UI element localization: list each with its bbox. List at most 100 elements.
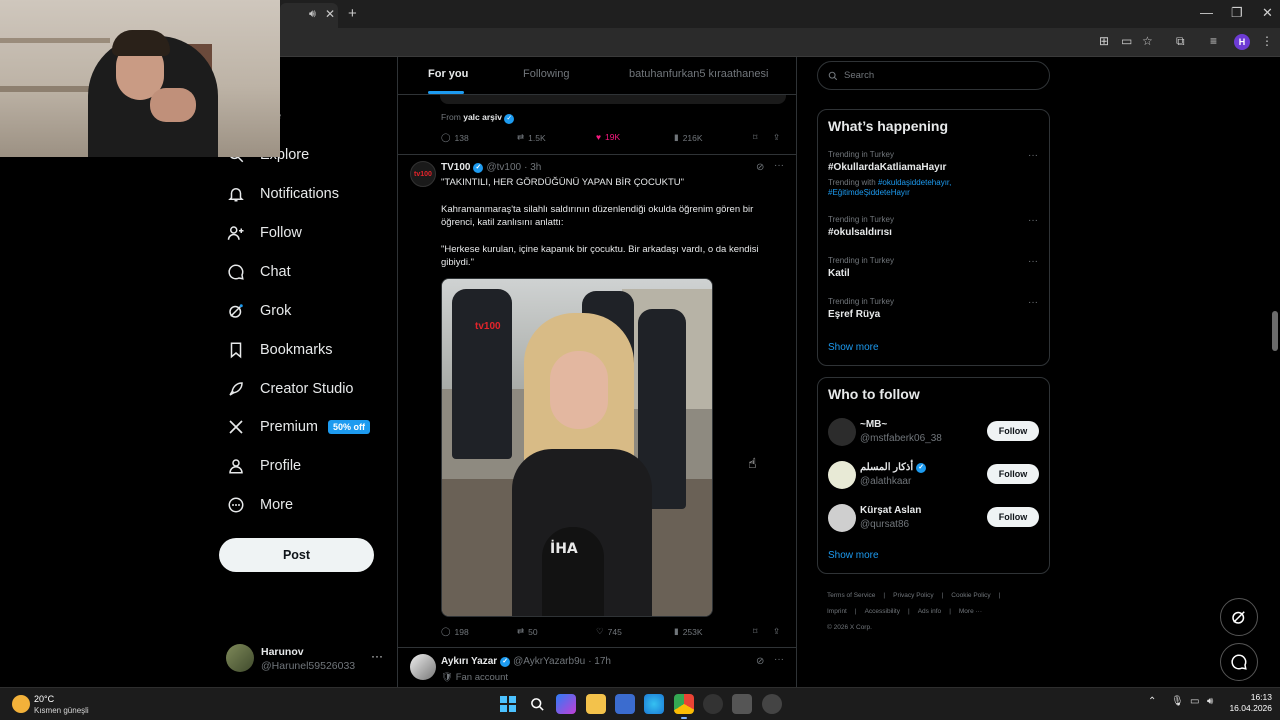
more-icon[interactable]: ··· xyxy=(774,160,784,171)
system-clock[interactable]: 16:13 16.04.2026 xyxy=(1222,692,1272,714)
nav-grok[interactable]: Grok xyxy=(226,296,291,326)
verified-icon: ✓ xyxy=(473,162,484,173)
more-icon[interactable]: ··· xyxy=(1028,215,1038,226)
nav-chat[interactable]: Chat xyxy=(226,257,291,287)
more-icon[interactable]: ··· xyxy=(371,649,383,663)
close-tab-icon[interactable]: ✕ xyxy=(325,7,335,21)
bookmark-icon: ⌑ xyxy=(753,132,758,142)
post-button[interactable]: Post xyxy=(219,538,374,572)
heart-icon: ♥ xyxy=(596,132,602,142)
tweet-author[interactable]: TV100 ✓ @tv100 · 3h xyxy=(441,162,541,173)
profile-avatar[interactable]: H xyxy=(1234,34,1250,50)
bell-icon xyxy=(226,184,246,204)
like-button[interactable]: ♥ 19K xyxy=(596,132,620,142)
share-button[interactable]: ⇪ xyxy=(773,626,780,637)
follow-button[interactable]: Follow xyxy=(987,464,1039,484)
speaker-icon[interactable]: 🔊︎ xyxy=(309,8,316,21)
trend-item[interactable]: #OkullardaKatliamaHayır xyxy=(828,162,946,173)
nav-creator-studio[interactable]: Creator Studio xyxy=(226,374,354,404)
nav-more[interactable]: More xyxy=(226,490,293,520)
new-tab-button[interactable]: + xyxy=(348,5,357,22)
avatar[interactable]: tv100 xyxy=(410,161,436,187)
avatar[interactable] xyxy=(828,418,856,446)
more-icon[interactable]: ··· xyxy=(1028,297,1038,308)
nav-notifications[interactable]: Notifications xyxy=(226,179,339,209)
volume-icon[interactable]: 🔊︎ xyxy=(1207,696,1213,707)
tab-for-you[interactable]: For you xyxy=(428,68,468,80)
bookmark-button[interactable]: ⌑ xyxy=(753,626,757,637)
nav-profile[interactable]: Profile xyxy=(226,451,301,481)
microphone-icon[interactable]: 🎙︎ xyxy=(1171,696,1184,707)
app-icon[interactable] xyxy=(762,694,782,714)
browser-tab[interactable]: 🔊︎ ✕ xyxy=(280,3,338,28)
views-button[interactable]: ▮ 216K xyxy=(674,132,703,143)
file-explorer-icon[interactable] xyxy=(586,694,606,714)
more-icon[interactable]: ··· xyxy=(1028,150,1038,161)
edge-icon[interactable] xyxy=(644,694,664,714)
nav-label: More xyxy=(260,497,294,513)
trend-item[interactable]: Eşref Rüya xyxy=(828,309,880,320)
nav-label: Profile xyxy=(260,458,302,474)
reply-button[interactable]: ◯ 138 xyxy=(441,132,469,143)
panel-title: What’s happening xyxy=(828,118,949,134)
grok-fab[interactable] xyxy=(1220,598,1258,636)
more-icon[interactable]: ··· xyxy=(1028,256,1038,267)
address-bar[interactable] xyxy=(280,30,1120,54)
tab-following[interactable]: Following xyxy=(523,68,569,80)
avatar[interactable] xyxy=(828,504,856,532)
tab-community[interactable]: batuhanfurkan5 kıraathanesi xyxy=(629,68,768,80)
avatar[interactable] xyxy=(410,654,436,680)
trend-item[interactable]: Katil xyxy=(828,268,850,279)
search-icon[interactable] xyxy=(527,694,547,714)
tweet-author[interactable]: Aykırı Yazar ✓ @AykrYazarb9u · 17h xyxy=(441,656,611,667)
active-tab-indicator xyxy=(428,91,464,94)
chevron-up-icon[interactable]: ⌃ xyxy=(1148,696,1156,707)
nav-bookmarks[interactable]: Bookmarks xyxy=(226,335,333,365)
tweet-video[interactable]: İHA tv100 xyxy=(441,278,713,617)
who-to-follow-panel: Who to follow ~MB~ @mstfaberk06_38 Follo… xyxy=(817,377,1050,574)
previous-media[interactable] xyxy=(440,95,786,104)
media-control-icon[interactable]: ≡ xyxy=(1210,34,1217,48)
share-button[interactable]: ⇪ xyxy=(773,132,780,143)
restore-button[interactable]: ❐ xyxy=(1231,5,1243,21)
weather-widget[interactable]: 20°C Kısmen güneşli xyxy=(12,692,112,718)
follow-button[interactable]: Follow xyxy=(987,507,1039,527)
app-icon[interactable] xyxy=(732,694,752,714)
translate-icon[interactable]: ⊞ xyxy=(1099,34,1109,48)
page-scrollbar[interactable] xyxy=(1270,57,1280,687)
trend-item[interactable]: #okulsaldırısı xyxy=(828,227,892,238)
account-switcher[interactable]: Harunov @Harunel59526033 ··· xyxy=(226,644,386,674)
show-more-link[interactable]: Show more xyxy=(828,342,879,353)
bookmark-button[interactable]: ⌑ xyxy=(753,132,757,143)
steam-icon[interactable] xyxy=(703,694,723,714)
network-icon[interactable]: ▭ xyxy=(1190,696,1199,707)
nav-follow[interactable]: Follow xyxy=(226,218,302,248)
like-button[interactable]: ♡ 745 xyxy=(596,626,622,637)
nav-label: Grok xyxy=(260,303,292,319)
chrome-icon[interactable] xyxy=(674,694,694,719)
grok-icon[interactable]: ⊘ xyxy=(756,162,764,173)
follow-button[interactable]: Follow xyxy=(987,421,1039,441)
extensions-icon[interactable]: ⧉ xyxy=(1176,34,1185,49)
minimize-button[interactable]: — xyxy=(1200,5,1213,20)
copilot-icon[interactable] xyxy=(556,694,576,714)
repost-button[interactable]: ⇄ 50 xyxy=(517,626,538,637)
show-more-link[interactable]: Show more xyxy=(828,550,879,561)
nav-premium[interactable]: Premium 50% off xyxy=(226,412,371,442)
views-button[interactable]: ▮ 253K xyxy=(674,626,703,637)
chat-fab[interactable] xyxy=(1220,643,1258,681)
search-input[interactable]: Search xyxy=(817,61,1050,90)
scroll-thumb[interactable] xyxy=(1272,311,1278,351)
bookmark-star-icon[interactable]: ☆ xyxy=(1142,34,1153,48)
repost-button[interactable]: ⇄ 1.5K xyxy=(517,132,546,143)
grok-icon[interactable]: ⊘ xyxy=(756,656,764,667)
close-window-button[interactable]: ✕ xyxy=(1262,5,1273,21)
reply-button[interactable]: ◯ 198 xyxy=(441,626,469,637)
store-icon[interactable] xyxy=(615,694,635,714)
more-icon[interactable]: ··· xyxy=(774,654,784,665)
cast-icon[interactable]: ▭ xyxy=(1121,34,1132,48)
avatar[interactable] xyxy=(828,461,856,489)
start-icon[interactable] xyxy=(498,694,518,714)
browser-menu-icon[interactable]: ⋮ xyxy=(1261,34,1273,48)
verified-icon: ✓ xyxy=(500,656,511,667)
